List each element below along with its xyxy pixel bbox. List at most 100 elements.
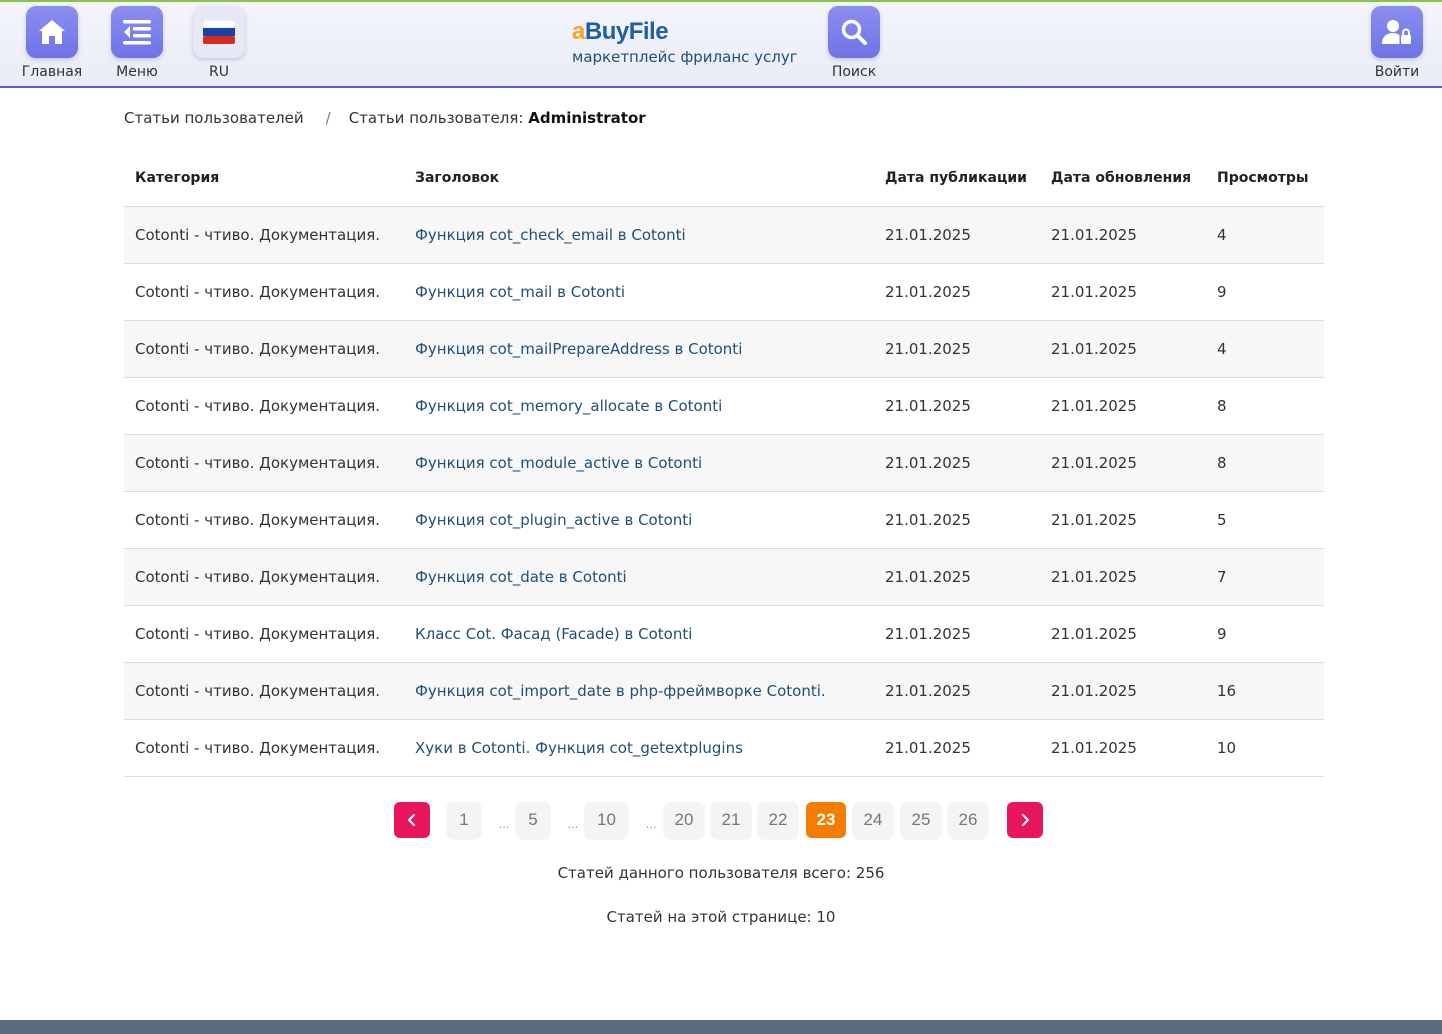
row-title: Функция cot_check_email в Cotonti [404, 206, 874, 264]
breadcrumb-separator: / [325, 109, 331, 127]
pagination-page-26[interactable]: 26 [948, 802, 988, 838]
article-title-link[interactable]: Функция cot_module_active в Cotonti [415, 454, 702, 472]
row-views: 16 [1206, 662, 1324, 720]
row-title: Хуки в Cotonti. Функция cot_getextplugin… [404, 719, 874, 777]
table-row: Cotonti - чтиво. Документация. Функция c… [124, 662, 1324, 720]
pagination-page-5[interactable]: 5 [516, 802, 550, 838]
footer-bar [0, 1020, 1442, 1034]
language-label: RU [209, 64, 229, 80]
article-title-link[interactable]: Хуки в Cotonti. Функция cot_getextplugin… [415, 739, 743, 757]
chevron-left-icon [408, 814, 415, 826]
pagination-ellipsis: ... [498, 815, 510, 831]
row-published-date: 21.01.2025 [874, 434, 1040, 492]
row-updated-date: 21.01.2025 [1040, 548, 1206, 606]
row-updated-date: 21.01.2025 [1040, 206, 1206, 264]
row-category: Cotonti - чтиво. Документация. [124, 491, 404, 549]
breadcrumb: Статьи пользователей / Статьи пользовате… [124, 109, 646, 127]
row-published-date: 21.01.2025 [874, 320, 1040, 378]
row-views: 4 [1206, 320, 1324, 378]
row-published-date: 21.01.2025 [874, 491, 1040, 549]
row-updated-date: 21.01.2025 [1040, 605, 1206, 663]
breadcrumb-username: Administrator [528, 109, 646, 127]
row-updated-date: 21.01.2025 [1040, 719, 1206, 777]
row-published-date: 21.01.2025 [874, 377, 1040, 435]
column-header-published: Дата публикации [874, 150, 1040, 207]
row-published-date: 21.01.2025 [874, 206, 1040, 264]
column-header-updated: Дата обновления [1040, 150, 1206, 207]
home-nav-label: Главная [21, 64, 83, 80]
row-title: Функция cot_plugin_active в Cotonti [404, 491, 874, 549]
row-title: Класс Cot. Фасад (Facade) в Cotonti [404, 605, 874, 663]
top-navbar: Главная Меню RU aBuyFile маркетплейс фри… [0, 0, 1442, 88]
row-title: Функция cot_date в Cotonti [404, 548, 874, 606]
row-category: Cotonti - чтиво. Документация. [124, 719, 404, 777]
menu-nav-label: Меню [116, 64, 158, 80]
row-views: 9 [1206, 605, 1324, 663]
row-title: Функция cot_memory_allocate в Cotonti [404, 377, 874, 435]
chevron-right-icon [1022, 814, 1029, 826]
pagination: 1 ... 5 ... 10 ... 20 21 22 23 24 25 26 [0, 802, 1442, 838]
table-row: Cotonti - чтиво. Документация. Класс Cot… [124, 605, 1324, 663]
pagination-page-25[interactable]: 25 [901, 802, 941, 838]
row-category: Cotonti - чтиво. Документация. [124, 206, 404, 264]
breadcrumb-current: Статьи пользователя: Administrator [348, 109, 646, 127]
table-row: Cotonti - чтиво. Документация. Функция c… [124, 263, 1324, 321]
article-title-link[interactable]: Функция cot_plugin_active в Cotonti [415, 511, 692, 529]
table-row: Cotonti - чтиво. Документация. Функция c… [124, 377, 1324, 435]
row-category: Cotonti - чтиво. Документация. [124, 320, 404, 378]
table-row: Cotonti - чтиво. Документация. Функция c… [124, 548, 1324, 606]
language-switch-button[interactable]: RU [179, 6, 259, 80]
article-title-link[interactable]: Функция cot_memory_allocate в Cotonti [415, 397, 722, 415]
site-brand[interactable]: aBuyFile маркетплейс фриланс услуг [572, 18, 798, 66]
column-header-views: Просмотры [1206, 150, 1324, 207]
pagination-next-button[interactable] [1007, 802, 1043, 838]
article-title-link[interactable]: Функция cot_date в Cotonti [415, 568, 627, 586]
breadcrumb-root-link[interactable]: Статьи пользователей [124, 109, 304, 127]
pagination-page-1[interactable]: 1 [447, 802, 481, 838]
row-category: Cotonti - чтиво. Документация. [124, 662, 404, 720]
row-updated-date: 21.01.2025 [1040, 491, 1206, 549]
login-nav-button[interactable]: Войти [1357, 6, 1437, 80]
pagination-page-10[interactable]: 10 [585, 802, 628, 838]
column-header-title: Заголовок [404, 150, 874, 207]
table-row: Cotonti - чтиво. Документация. Хуки в Co… [124, 719, 1324, 777]
pagination-page-20[interactable]: 20 [664, 802, 704, 838]
row-updated-date: 21.01.2025 [1040, 434, 1206, 492]
pagination-page-23-current[interactable]: 23 [806, 802, 846, 838]
table-row: Cotonti - чтиво. Документация. Функция c… [124, 206, 1324, 264]
pagination-ellipsis: ... [645, 815, 657, 831]
site-tagline: маркетплейс фриланс услуг [572, 48, 798, 66]
pagination-page-24[interactable]: 24 [853, 802, 893, 838]
article-title-link[interactable]: Функция cot_mail в Cotonti [415, 283, 625, 301]
row-updated-date: 21.01.2025 [1040, 377, 1206, 435]
table-row: Cotonti - чтиво. Документация. Функция c… [124, 434, 1324, 492]
row-title: Функция cot_mail в Cotonti [404, 263, 874, 321]
row-category: Cotonti - чтиво. Документация. [124, 263, 404, 321]
row-category: Cotonti - чтиво. Документация. [124, 434, 404, 492]
table-row: Cotonti - чтиво. Документация. Функция c… [124, 491, 1324, 549]
row-category: Cotonti - чтиво. Документация. [124, 605, 404, 663]
row-title: Функция cot_module_active в Cotonti [404, 434, 874, 492]
article-title-link[interactable]: Функция cot_mailPrepareAddress в Cotonti [415, 340, 742, 358]
article-title-link[interactable]: Функция cot_check_email в Cotonti [415, 226, 686, 244]
row-category: Cotonti - чтиво. Документация. [124, 377, 404, 435]
row-views: 5 [1206, 491, 1324, 549]
menu-indent-icon [111, 6, 163, 58]
pagination-prev-button[interactable] [394, 802, 430, 838]
russia-flag-icon [193, 6, 245, 58]
row-published-date: 21.01.2025 [874, 263, 1040, 321]
home-nav-button[interactable]: Главная [12, 6, 92, 80]
pagination-page-21[interactable]: 21 [711, 802, 751, 838]
row-published-date: 21.01.2025 [874, 719, 1040, 777]
article-title-link[interactable]: Функция cot_import_date в php-фреймворке… [415, 682, 826, 700]
pagination-page-22[interactable]: 22 [758, 802, 798, 838]
login-nav-label: Войти [1374, 64, 1420, 80]
row-updated-date: 21.01.2025 [1040, 320, 1206, 378]
search-nav-button[interactable]: Поиск [814, 6, 894, 80]
table-row: Cotonti - чтиво. Документация. Функция c… [124, 320, 1324, 378]
menu-nav-button[interactable]: Меню [97, 6, 177, 80]
user-lock-icon [1371, 6, 1423, 58]
column-header-category: Категория [124, 150, 404, 207]
article-title-link[interactable]: Класс Cot. Фасад (Facade) в Cotonti [415, 625, 692, 643]
search-icon [828, 6, 880, 58]
